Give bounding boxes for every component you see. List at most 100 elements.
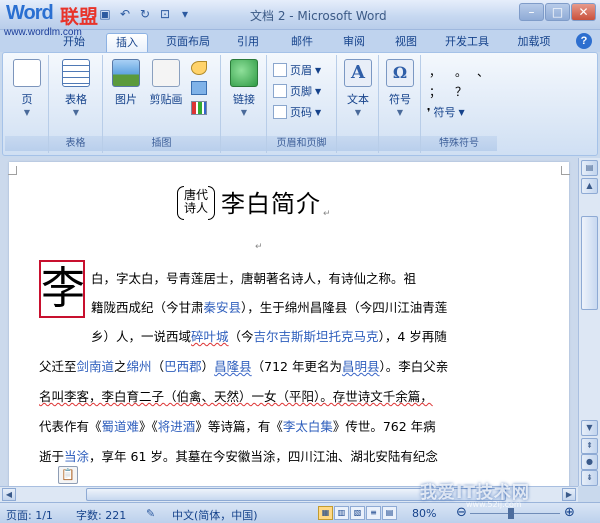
table-icon [62,59,90,87]
chevron-down-icon: ▼ [354,108,362,117]
group-label-header-footer: 页眉和页脚 [267,136,336,151]
paste-options-icon[interactable]: 📋 [58,466,78,484]
semicolon-symbol[interactable]: ； [429,83,441,100]
group-text: A 文本 ▼ [337,55,379,153]
group-label-illustrations: 插图 [103,136,220,151]
scroll-right-icon[interactable]: ▶ [562,488,576,501]
body-line-6: 代表作有《蜀道难》《将进酒》等诗篇，有《李太白集》传世。762 年病 [39,419,436,434]
chevron-down-icon: ▼ [23,108,31,117]
special-symbol-button[interactable]: ❜ 符号 ▼ [427,103,465,121]
chart-icon[interactable] [191,101,207,115]
tab-insert[interactable]: 插入 [106,33,148,52]
document-area[interactable]: 唐代 诗人 李白简介 ↵ ↵ 李 白，字太白，号青莲居士，唐朝著名诗人，有诗仙之… [0,158,578,486]
chevron-down-icon: ▼ [315,86,322,96]
chevron-down-icon: ▼ [72,108,80,117]
word-count[interactable]: 字数: 221 [76,507,126,523]
tab-mailings[interactable]: 邮件 [282,33,322,52]
globe-link-icon [230,59,258,87]
tab-page-layout[interactable]: 页面布局 [160,33,216,52]
page-count[interactable]: 页面: 1/1 [6,507,53,523]
scroll-down-icon[interactable]: ▼ [581,420,598,436]
undo-icon[interactable]: ↶ [116,7,134,23]
group-illustrations: 图片 剪贴画 插图 [103,55,221,153]
pages-button[interactable]: 页 ▼ [11,59,43,117]
picture-icon [112,59,140,87]
period-symbol[interactable]: 。 [455,63,467,80]
language-indicator[interactable]: 中文(简体，中国) [172,507,258,523]
ruler-toggle-icon[interactable]: ▤ [581,160,598,176]
chevron-down-icon: ▼ [315,65,322,75]
vertical-scroll-thumb[interactable] [581,216,598,310]
group-label-tables: 表格 [49,136,102,151]
maximize-button[interactable]: □ [545,3,570,21]
group-label-special-symbols: 特殊符号 [421,136,497,151]
tab-references[interactable]: 引用 [228,33,268,52]
web-layout-view-icon[interactable]: ▧ [350,506,365,520]
help-icon[interactable]: ? [576,33,592,49]
symbol-button[interactable]: Ω 符号 ▼ [384,59,416,117]
site-watermark-url: www.52ij.com [466,500,522,509]
window-title: 文档 2 - Microsoft Word [250,9,387,23]
body-line-3: 乡）人，一说西域碎叶城（今吉尔吉斯斯坦托克马克），4 岁再随 [91,329,447,344]
scroll-left-icon[interactable]: ◀ [2,488,16,501]
tab-view[interactable]: 视图 [386,33,426,52]
zoom-in-icon[interactable]: ⊕ [564,505,575,520]
zoom-slider[interactable] [470,508,560,519]
full-screen-view-icon[interactable]: ▥ [334,506,349,520]
tab-addins[interactable]: 加载项 [508,33,560,52]
drop-cap[interactable]: 李 [39,260,85,318]
group-links: 链接 ▼ [221,55,267,153]
enumeration-comma-symbol[interactable]: 、 [477,63,489,80]
tab-review[interactable]: 审阅 [334,33,374,52]
document-page[interactable]: 唐代 诗人 李白简介 ↵ ↵ 李 白，字太白，号青莲居士，唐朝著名诗人，有诗仙之… [8,162,570,486]
browse-object-icon[interactable]: ● [581,454,598,470]
save-icon[interactable]: ▣ [96,7,114,23]
header-button[interactable]: 页眉 ▼ [273,61,321,79]
print-layout-view-icon[interactable]: ▦ [318,506,333,520]
previous-page-icon[interactable]: ⇞ [581,438,598,454]
question-symbol[interactable]: ？ [455,83,467,100]
body-line-7: 逝于当涂，享年 61 岁。其墓在今安徽当涂，四川江油、湖北安陆有纪念 [39,449,438,464]
body-line-5: 名叫李客，李白育二子（伯禽、天然）一女（平阳）。存世诗文千余篇， [39,389,433,404]
quick-access-toolbar: ▣ ↶ ↻ ⊡ ▾ [96,7,194,23]
chevron-down-icon: ▼ [458,107,465,117]
comma-symbol[interactable]: ， [429,63,441,80]
footer-button[interactable]: 页脚 ▼ [273,82,321,100]
text-button[interactable]: A 文本 ▼ [342,59,374,117]
body-line-2: 籍陇西成纪（今甘肃秦安县），生于绵州昌隆县（今四川江油青莲 [91,300,448,315]
next-page-icon[interactable]: ⇟ [581,470,598,486]
draft-view-icon[interactable]: ▤ [382,506,397,520]
tab-developer[interactable]: 开发工具 [438,33,496,52]
watermark-word: Word [6,2,54,24]
clipart-button[interactable]: 剪贴画 [147,59,185,107]
chevron-down-icon: ▼ [240,108,248,117]
group-tables: 表格 ▼ 表格 [49,55,103,153]
outline-view-icon[interactable]: ≡ [366,506,381,520]
minimize-button[interactable]: – [519,3,544,21]
shapes-icon[interactable] [191,61,207,75]
dropdown-icon[interactable]: ▾ [176,7,194,23]
vertical-scrollbar[interactable]: ▤ ▲ ▼ ⇞ ● ⇟ [578,158,600,486]
page-number-button[interactable]: 页码 ▼ [273,103,321,121]
redo-icon[interactable]: ↻ [136,7,154,23]
scroll-up-icon[interactable]: ▲ [581,178,598,194]
window-controls: – □ ✕ [519,3,596,21]
smartart-icon[interactable] [191,81,207,95]
page-number-icon [273,105,287,119]
table-button[interactable]: 表格 ▼ [59,59,93,117]
link-button[interactable]: 链接 ▼ [228,59,260,117]
proofing-icon[interactable]: ✎ [146,507,155,520]
document-title: 唐代 诗人 李白简介 ↵ [176,184,331,220]
text-a-icon: A [344,59,372,87]
title-bar: Word 联盟 ▣ ↶ ↻ ⊡ ▾ 文档 2 - Microsoft Word … [0,0,600,30]
zoom-level[interactable]: 80% [412,507,436,520]
close-button[interactable]: ✕ [571,3,596,21]
print-preview-icon[interactable]: ⊡ [156,7,174,23]
group-symbols: Ω 符号 ▼ [379,55,421,153]
picture-button[interactable]: 图片 [109,59,143,107]
clipart-icon [152,59,180,87]
zoom-slider-knob[interactable] [507,508,514,519]
watermark-url: www.wordlm.com [4,27,82,38]
page-icon [13,59,41,87]
paragraph-mark: ↵ [323,209,331,219]
